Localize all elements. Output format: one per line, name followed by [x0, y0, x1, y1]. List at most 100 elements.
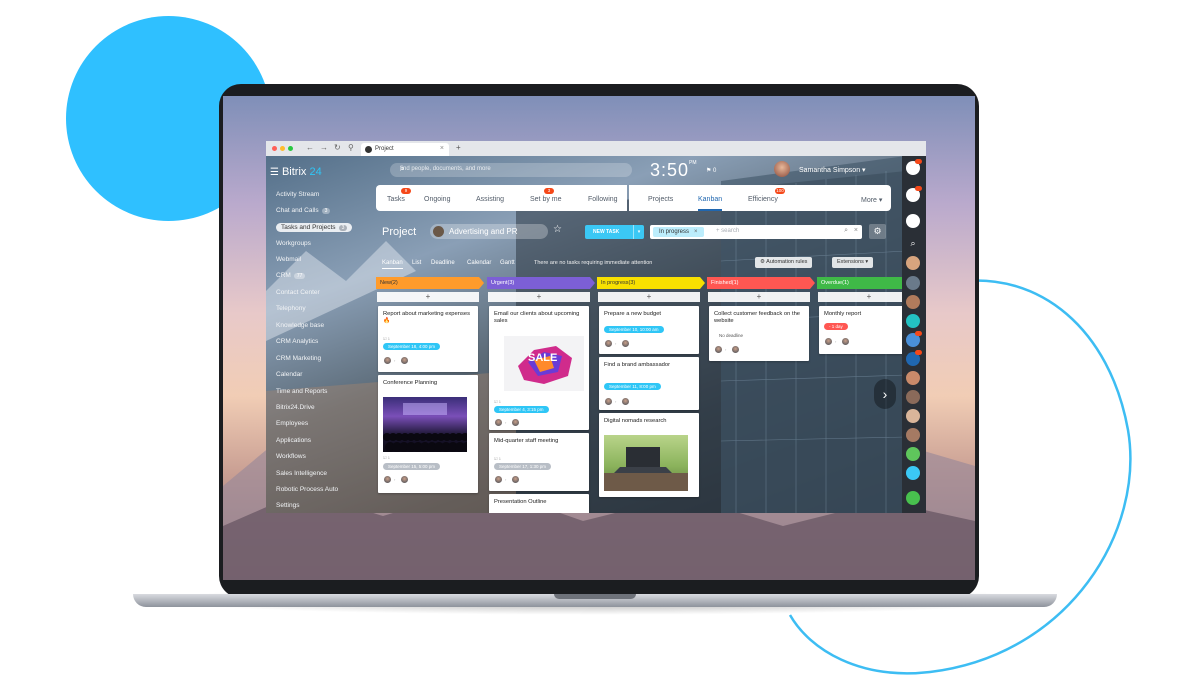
sidebar-item[interactable]: Activity Stream — [276, 191, 319, 198]
deadline-badge[interactable]: September 10, 10:00 am — [604, 326, 664, 333]
view-tab[interactable]: Deadline — [431, 260, 455, 266]
tab[interactable]: Assisting — [476, 196, 504, 203]
assignee-avatar[interactable] — [715, 346, 722, 353]
new-task-dropdown-icon[interactable]: ▾ — [633, 225, 644, 239]
view-tab[interactable]: Calendar — [467, 260, 491, 266]
sidebar-item[interactable]: Tasks and Projects 3 — [276, 223, 353, 232]
task-card[interactable]: Digital nomads research — [599, 413, 699, 497]
kanban-column-header[interactable]: Finished(1) — [707, 277, 815, 289]
task-card[interactable]: Report about marketing expenses 🔥 ☑ 1 Sept… — [378, 306, 478, 372]
task-card[interactable]: Email our clients about upcoming sales SA… — [489, 306, 589, 430]
new-tab-button[interactable]: + — [456, 143, 461, 152]
share-icon[interactable] — [906, 466, 920, 480]
sidebar-item[interactable]: CRM Analytics — [276, 338, 318, 345]
responsible-avatar[interactable] — [622, 398, 629, 405]
tab[interactable]: Projects — [648, 196, 673, 203]
sidebar-item[interactable]: Contact Center — [276, 289, 320, 296]
tab[interactable]: Kanban — [698, 196, 723, 211]
settings-gear-icon[interactable]: ⚙ — [869, 224, 886, 239]
contact-avatar-icon[interactable] — [906, 428, 920, 442]
assignee-avatar[interactable] — [495, 476, 502, 483]
sidebar-item[interactable]: Telephony — [276, 305, 306, 312]
global-search-input[interactable]: find people, documents, and more ⌕ — [390, 163, 632, 177]
close-window-dot[interactable] — [272, 146, 277, 151]
close-tab-icon[interactable]: × — [440, 145, 444, 152]
sidebar-item[interactable]: Chat and Calls 3 — [276, 207, 331, 214]
deadline-badge[interactable]: - 1 day — [824, 323, 848, 330]
sidebar-item[interactable]: CRM Marketing — [276, 355, 321, 362]
deadline-badge[interactable]: September 11, 8:00 pm — [604, 383, 661, 390]
maximize-window-dot[interactable] — [288, 146, 293, 151]
contact-avatar-icon[interactable] — [906, 371, 920, 385]
chat-icon[interactable] — [906, 214, 920, 228]
filter-chip-in-progress[interactable]: In progress × — [653, 227, 704, 237]
responsible-avatar[interactable] — [732, 346, 739, 353]
sidebar-item[interactable]: Robotic Process Auto — [276, 486, 338, 493]
tab[interactable]: Ongoing — [424, 196, 450, 203]
add-card-button[interactable]: + — [598, 292, 700, 302]
deadline-badge[interactable]: No deadline — [714, 332, 749, 339]
clock[interactable]: 3:50PM — [650, 160, 697, 181]
sidebar-item[interactable]: Employees — [276, 420, 308, 427]
task-card[interactable]: Find a brand ambassador September 11, 8:0… — [599, 357, 699, 410]
view-tab[interactable]: List — [412, 260, 421, 266]
lock-icon[interactable] — [906, 314, 920, 328]
back-icon[interactable]: ← — [306, 143, 314, 152]
tab[interactable]: Tasks — [387, 196, 405, 203]
add-card-button[interactable]: + — [708, 292, 810, 302]
kanban-column-header[interactable]: Urgent(3) — [487, 277, 595, 289]
assignee-avatar[interactable] — [605, 398, 612, 405]
view-tab[interactable]: Gantt — [500, 260, 515, 266]
task-filter-input[interactable]: In progress × + search ⌕ × — [650, 225, 862, 239]
responsible-avatar[interactable] — [401, 357, 408, 364]
search-icon[interactable]: ⌕ — [400, 164, 626, 174]
filter-clear-icon[interactable]: × — [854, 227, 858, 234]
browser-tab[interactable]: Project × — [361, 143, 449, 156]
contact-avatar-icon[interactable] — [906, 390, 920, 404]
responsible-avatar[interactable] — [512, 419, 519, 426]
favorite-star-icon[interactable]: ☆ — [553, 224, 562, 235]
sidebar-item[interactable]: Workgroups — [276, 240, 311, 247]
view-tab[interactable]: Kanban — [382, 260, 403, 269]
responsible-avatar[interactable] — [401, 476, 408, 483]
task-card[interactable]: Prepare a new budget September 10, 10:00 … — [599, 306, 699, 354]
panel-search-icon[interactable]: ⌕ — [906, 236, 920, 250]
filter-search-icon[interactable]: ⌕ — [844, 227, 848, 235]
extensions-button[interactable]: Extensions ▾ — [832, 257, 874, 268]
minimize-window-dot[interactable] — [280, 146, 285, 151]
kanban-column-header[interactable]: New(2) — [376, 277, 484, 289]
add-card-button[interactable]: + — [377, 292, 479, 302]
automation-rules-button[interactable]: ⚙ Automation rules — [755, 257, 813, 268]
deadline-badge[interactable]: September 17, 1:30 pm — [494, 463, 552, 470]
deadline-badge[interactable]: September 15, 5:00 pm — [383, 463, 441, 470]
sidebar-item[interactable]: CRM 77 — [276, 272, 306, 279]
sidebar-item[interactable]: Bitrix24.Drive — [276, 404, 315, 411]
task-card[interactable]: Presentation Outline — [489, 494, 589, 513]
assignee-avatar[interactable] — [825, 338, 832, 345]
assignee-avatar[interactable] — [495, 419, 502, 426]
sidebar-item[interactable]: Workflows — [276, 453, 306, 460]
deadline-badge[interactable]: September 18, 4:00 pm — [383, 343, 441, 350]
assignee-avatar[interactable] — [384, 476, 391, 483]
scroll-right-arrow-icon[interactable]: › — [874, 379, 896, 409]
menu-icon[interactable]: ☰ — [270, 167, 279, 178]
sidebar-item[interactable]: Settings — [276, 502, 300, 509]
link-icon[interactable]: ⚲ — [348, 143, 354, 152]
deadline-badge[interactable]: September 4, 3:15 pm — [494, 406, 549, 413]
sidebar-item[interactable]: Calendar — [276, 371, 302, 378]
contact-avatar-icon[interactable] — [906, 276, 920, 290]
tab[interactable]: Set by me — [530, 196, 562, 203]
task-card[interactable]: Mid-quarter staff meeting ☑ 1 September 17… — [489, 433, 589, 491]
remove-filter-icon[interactable]: × — [694, 229, 698, 235]
new-task-button[interactable]: NEW TASK ▾ — [585, 225, 644, 239]
contact-avatar-icon[interactable] — [906, 256, 920, 270]
contact-avatar-icon[interactable] — [906, 409, 920, 423]
tab[interactable]: Following — [588, 196, 618, 203]
tab[interactable]: More ▾ — [861, 196, 882, 204]
assignee-avatar[interactable] — [384, 357, 391, 364]
sidebar-item[interactable]: Webmail — [276, 256, 301, 263]
contact-avatar-icon[interactable] — [906, 295, 920, 309]
sidebar-item[interactable]: Time and Reports — [276, 388, 327, 395]
task-card[interactable]: Collect customer feedback on the website… — [709, 306, 809, 361]
flag-counter[interactable]: ⚑ 0 — [706, 167, 716, 174]
